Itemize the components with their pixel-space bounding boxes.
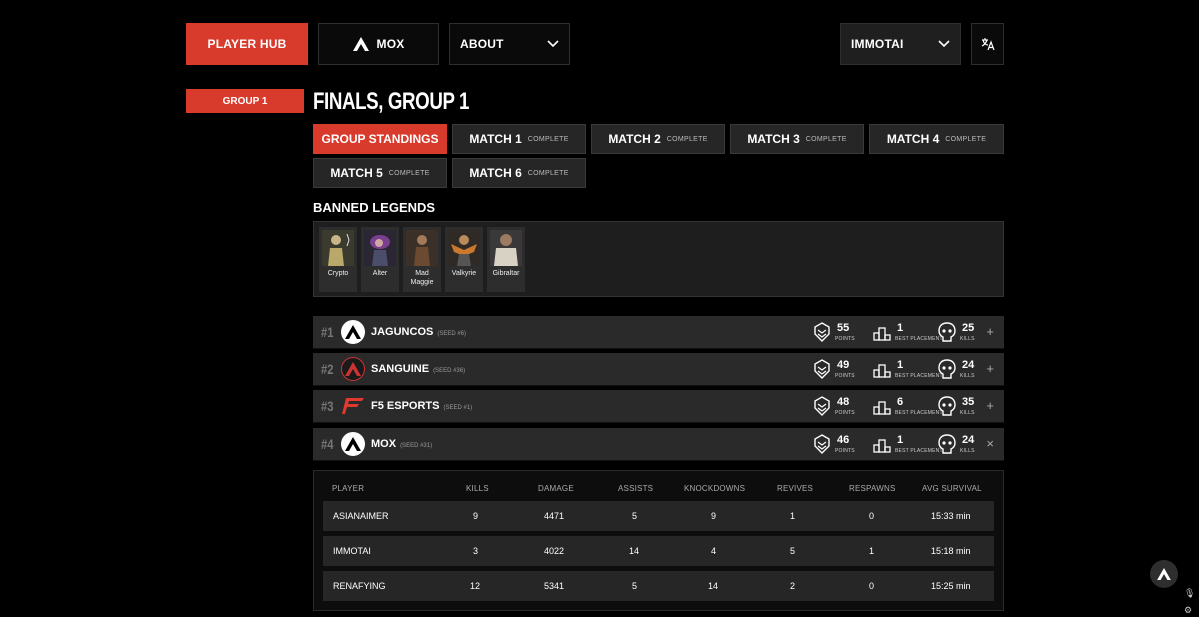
collapse-toggle[interactable]: × xyxy=(986,436,994,451)
player-hub-button[interactable]: PLAYER HUB xyxy=(186,23,308,65)
scroll-to-top-button[interactable] xyxy=(1150,560,1178,588)
group-tag[interactable]: GROUP 1 xyxy=(186,89,304,113)
legend-card-gibraltar: Gibraltar xyxy=(487,227,525,292)
table-row: RENAFYING 12 5341 5 14 2 0 15:25 min xyxy=(323,571,994,601)
tab-match-1[interactable]: MATCH 1 COMPLETE xyxy=(452,124,586,154)
tab-match-6[interactable]: MATCH 6 COMPLETE xyxy=(452,158,586,188)
gibraltar-portrait-icon xyxy=(490,230,522,266)
podium-icon xyxy=(873,401,891,415)
banned-legends-title: BANNED LEGENDS xyxy=(313,200,436,215)
skull-icon xyxy=(938,322,956,342)
page-title: FINALS, GROUP 1 xyxy=(313,88,470,115)
tab-match-5[interactable]: MATCH 5 COMPLETE xyxy=(313,158,447,188)
legend-card-valkyrie: Valkyrie xyxy=(445,227,483,292)
user-dropdown[interactable]: IMMOTAI xyxy=(840,23,961,65)
column-header: KNOCKDOWNS xyxy=(684,484,746,493)
valkyrie-portrait-icon xyxy=(448,230,480,266)
points-icon xyxy=(814,359,830,379)
translate-button[interactable] xyxy=(971,23,1004,65)
legend-card-crypto: Crypto xyxy=(319,227,357,292)
team-logo-icon xyxy=(341,320,365,344)
column-header: PLAYER xyxy=(332,484,365,493)
alter-portrait-icon xyxy=(364,230,396,266)
column-header: RESPAWNS xyxy=(849,484,896,493)
column-header: KILLS xyxy=(466,484,489,493)
team-mox-button[interactable]: MOX xyxy=(318,23,439,65)
tab-match-4[interactable]: MATCH 4 COMPLETE xyxy=(869,124,1004,154)
legend-card-alter: Alter xyxy=(361,227,399,292)
about-dropdown[interactable]: ABOUT xyxy=(449,23,570,65)
team-logo-icon xyxy=(341,394,365,418)
legend-card-mad-maggie: Mad Maggie xyxy=(403,227,441,292)
tab-match-3[interactable]: MATCH 3 COMPLETE xyxy=(730,124,864,154)
points-icon xyxy=(814,434,830,454)
skull-icon xyxy=(938,396,956,416)
column-header: REVIVES xyxy=(777,484,814,493)
settings-icon[interactable]: ⚙ xyxy=(1184,605,1192,616)
skull-icon xyxy=(938,359,956,379)
skull-icon xyxy=(938,434,956,454)
microphone-icon[interactable]: 🎙 xyxy=(1184,588,1195,599)
translate-icon xyxy=(981,38,995,51)
team-logo-icon xyxy=(341,432,365,456)
table-row: ASIANAIMER 9 4471 5 9 1 0 15:33 min xyxy=(323,501,994,531)
tab-match-2[interactable]: MATCH 2 COMPLETE xyxy=(591,124,725,154)
banned-legends-panel: Crypto Alter Mad Maggie Valkyrie Gibralt… xyxy=(313,221,1004,297)
points-icon xyxy=(814,396,830,416)
column-header: AVG SURVIVAL xyxy=(922,484,982,493)
team-row[interactable]: #3 F5 ESPORTS (SEED #1) 48 POINTS 6 BEST PL… xyxy=(313,390,1004,423)
team-row[interactable]: #4 MOX (SEED #31) 46 POINTS 1 BEST PLACEMEN… xyxy=(313,428,1004,461)
podium-icon xyxy=(873,364,891,378)
team-logo-icon xyxy=(341,357,365,381)
crypto-portrait-icon xyxy=(322,230,354,266)
expand-toggle[interactable]: + xyxy=(986,324,994,339)
expand-toggle[interactable]: + xyxy=(986,398,994,413)
apex-logo-icon xyxy=(1157,568,1171,580)
expand-toggle[interactable]: + xyxy=(986,361,994,376)
apex-logo-icon xyxy=(352,37,369,51)
team-row[interactable]: #1 JAGUNCOS (SEED #6) 55 POINTS 1 BEST PLAC… xyxy=(313,316,1004,349)
team-row[interactable]: #2 SANGUINE (SEED #36) 49 POINTS 1 BEST PLA… xyxy=(313,353,1004,386)
chevron-down-icon xyxy=(547,40,559,48)
table-row: IMMOTAI 3 4022 14 4 5 1 15:18 min xyxy=(323,536,994,566)
chevron-down-icon xyxy=(938,40,950,48)
podium-icon xyxy=(873,439,891,453)
column-header: DAMAGE xyxy=(538,484,574,493)
podium-icon xyxy=(873,327,891,341)
tab-group-standings[interactable]: GROUP STANDINGS xyxy=(313,124,447,154)
mad-maggie-portrait-icon xyxy=(406,230,438,266)
points-icon xyxy=(814,322,830,342)
column-header: ASSISTS xyxy=(618,484,654,493)
